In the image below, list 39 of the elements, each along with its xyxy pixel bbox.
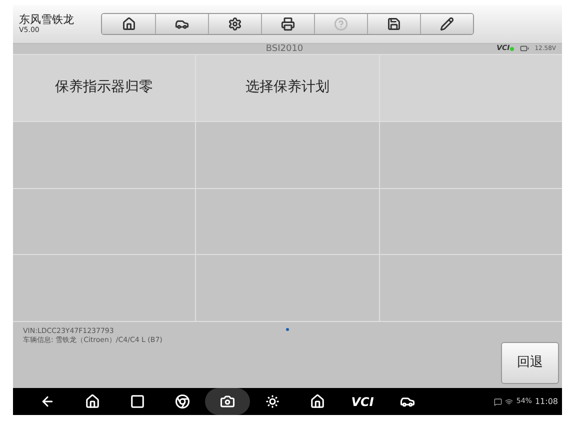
clock-time: 11:08 (534, 396, 558, 408)
function-tile[interactable] (196, 188, 379, 254)
wifi-icon (505, 398, 514, 406)
home-icon (122, 16, 136, 31)
browser-icon (175, 394, 190, 409)
function-tile[interactable] (13, 122, 196, 188)
toolbar-button[interactable] (261, 14, 314, 34)
function-tile[interactable] (380, 255, 562, 322)
camera-icon (220, 394, 235, 409)
function-tile[interactable] (196, 122, 379, 188)
toolbar-button[interactable] (367, 14, 420, 34)
function-tile[interactable]: 保养指示器归零 (13, 54, 196, 121)
function-tile[interactable] (380, 188, 562, 254)
battery-icon (520, 44, 529, 54)
pencil-icon (440, 16, 454, 31)
brightness-icon (265, 394, 280, 409)
toolbar-button[interactable] (208, 14, 261, 34)
function-tile[interactable] (380, 122, 562, 188)
function-tile[interactable] (13, 255, 196, 322)
home-icon (85, 394, 100, 409)
save-icon (387, 16, 401, 31)
function-tile[interactable] (380, 54, 562, 121)
vci-button[interactable]: VCI (340, 388, 385, 415)
app-title: 东风雪铁龙 (19, 12, 75, 26)
back-button[interactable]: 回退 (501, 342, 559, 384)
toolbar-button[interactable] (102, 14, 155, 34)
back-icon (40, 394, 55, 409)
function-tile[interactable]: 选择保养计划 (196, 54, 379, 121)
help-icon (334, 16, 348, 31)
printer-icon (281, 16, 295, 31)
message-icon (494, 398, 502, 406)
function-tile[interactable] (196, 255, 379, 322)
settings-icon (228, 16, 242, 31)
nav-button[interactable] (205, 388, 250, 415)
recent-apps-icon (130, 394, 145, 409)
toolbar-button[interactable] (420, 14, 473, 34)
toolbar-button[interactable] (155, 14, 208, 34)
function-tile[interactable] (13, 188, 196, 254)
page-title: BSI2010 (266, 44, 304, 54)
